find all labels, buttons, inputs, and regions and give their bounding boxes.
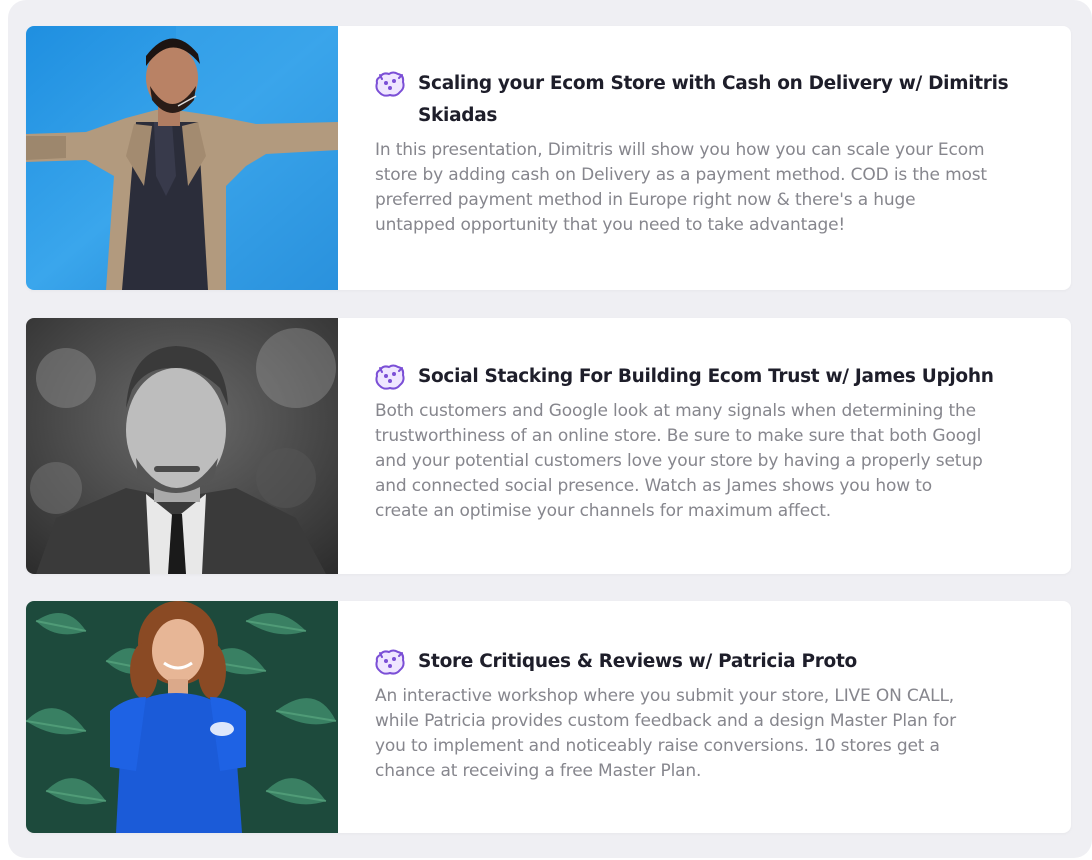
description-line: chance at receiving a free Master Plan.: [375, 761, 702, 781]
description-line: preferred payment method in Europe right…: [375, 190, 916, 210]
description-line: Both customers and Google look at many s…: [375, 401, 976, 421]
speaker-photo-james: [26, 318, 338, 574]
description-line: while Patricia provides custom feedback …: [375, 711, 956, 731]
description-line: trustworthiness of an online store. Be s…: [375, 426, 982, 446]
session-card-dimitris[interactable]: Scaling your Ecom Store with Cash on Del…: [26, 26, 1071, 290]
description-line: create an optimise your channels for max…: [375, 501, 832, 521]
session-description: In this presentation, Dimitris will show…: [375, 138, 1030, 238]
session-card-james[interactable]: Social Stacking For Building Ecom Trust …: [26, 318, 1071, 574]
description-line: and your potential customers love your s…: [375, 451, 983, 471]
description-line: store by adding cash on Delivery as a pa…: [375, 165, 987, 185]
description-line: and connected social presence. Watch as …: [375, 476, 933, 496]
session-title[interactable]: Scaling your Ecom Store with Cash on Del…: [418, 68, 1031, 132]
description-line: An interactive workshop where you submit…: [375, 686, 955, 706]
description-line: untapped opportunity that you need to ta…: [375, 215, 846, 235]
session-description: An interactive workshop where you submit…: [375, 684, 1030, 784]
description-line: you to implement and noticeably raise co…: [375, 736, 940, 756]
brain-icon: [375, 649, 405, 675]
session-title[interactable]: Social Stacking For Building Ecom Trust …: [418, 361, 1031, 393]
speaker-photo-dimitris: [26, 26, 338, 290]
session-title[interactable]: Store Critiques & Reviews w/ Patricia Pr…: [418, 646, 1031, 678]
description-line: In this presentation, Dimitris will show…: [375, 140, 985, 160]
brain-icon: [375, 71, 405, 97]
session-description: Both customers and Google look at many s…: [375, 399, 1030, 524]
session-card-patricia[interactable]: Store Critiques & Reviews w/ Patricia Pr…: [26, 601, 1071, 833]
speaker-photo-patricia: [26, 601, 338, 833]
brain-icon: [375, 364, 405, 390]
